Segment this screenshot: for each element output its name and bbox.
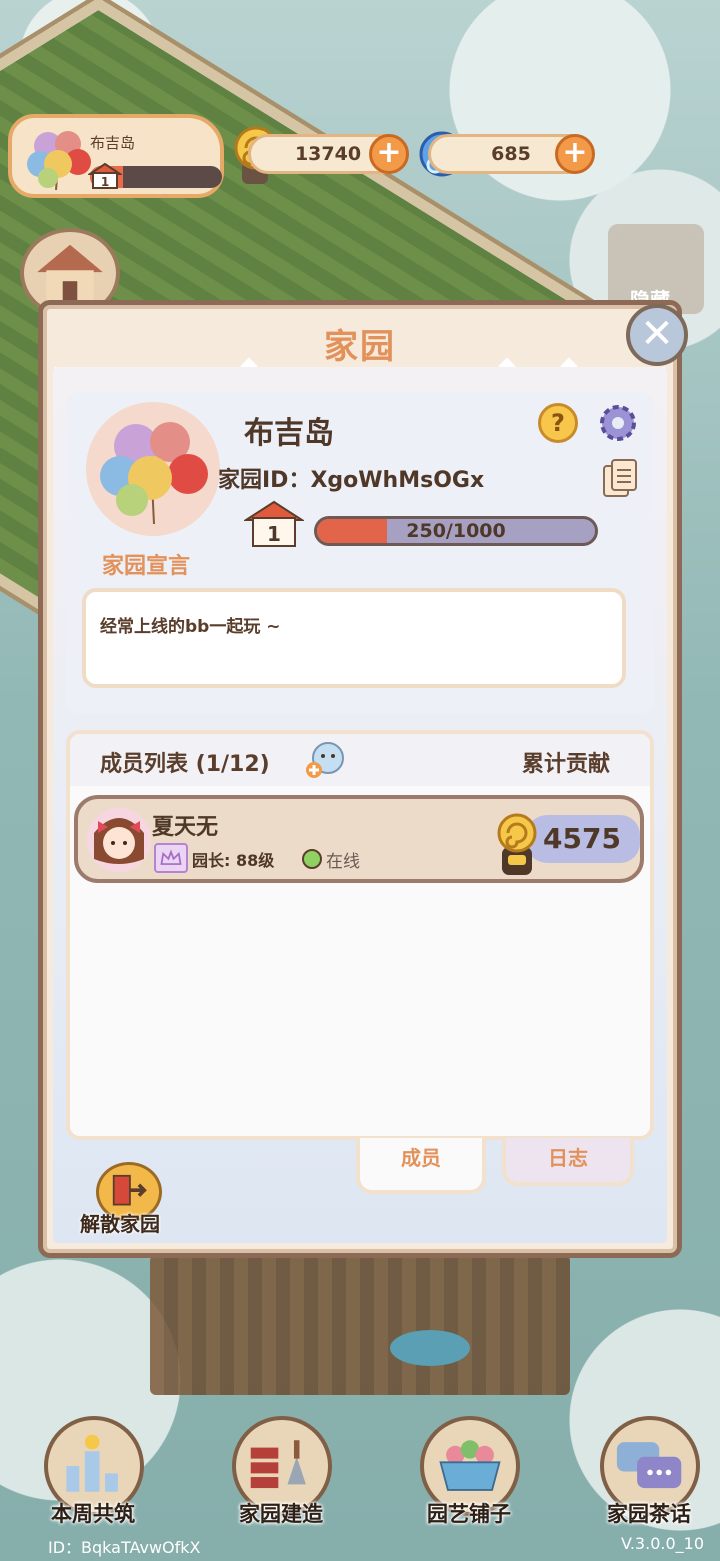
manifesto-box[interactable]: 经常上线的bb一起玩 ~ (82, 588, 626, 688)
copy-icon[interactable] (602, 458, 638, 498)
member-name: 夏天无 (152, 815, 219, 840)
home-name: 布吉岛 (90, 134, 136, 152)
close-button[interactable]: ✕ (626, 304, 688, 366)
balloons-avatar-icon (100, 422, 208, 525)
nav-home-chat-label: 家园茶话 (607, 1502, 691, 1526)
contribution-title: 累计贡献 (521, 752, 610, 777)
help-icon[interactable]: ? (538, 403, 578, 443)
members-title: 成员列表 (1/12) (100, 752, 270, 777)
add-coins-button[interactable]: + (369, 134, 409, 174)
home-profile-badge[interactable]: 布吉岛 1 (8, 114, 224, 198)
home-level-number: 1 (267, 522, 281, 546)
garden-plot (150, 1255, 570, 1395)
home-id-value: XgoWhMsOGx (310, 468, 485, 493)
home-name-heading: 布吉岛 (244, 416, 334, 451)
gem-counter: 685 + (428, 134, 595, 174)
home-exp-bar: 250/1000 (314, 516, 598, 546)
members-header: 成员列表 (1/12) 累计贡献 (70, 734, 650, 786)
add-gems-button[interactable]: + (555, 134, 595, 174)
tab-members[interactable]: 成员 (356, 1138, 486, 1194)
gem-amount: 685 (491, 143, 531, 165)
user-id-text: ID：BqkaTAvwOfkX (48, 1538, 201, 1557)
member-row[interactable]: 夏天无 园长: 88级 在线 4575 (74, 795, 644, 883)
home-exp-text: 250/1000 (406, 520, 506, 542)
nav-home-build-label: 家园建造 (239, 1502, 323, 1526)
online-status-icon (302, 849, 322, 869)
home-id-label: 家园ID： (218, 468, 311, 493)
manifesto-text: 经常上线的bb一起玩 ~ (100, 617, 281, 637)
invite-member-icon[interactable] (302, 738, 346, 782)
tab-log[interactable]: 日志 (502, 1138, 634, 1186)
members-panel: 成员列表 (1/12) 累计贡献 (66, 730, 654, 1140)
coin-amount: 13740 (294, 143, 362, 165)
house-level-icon: 1 (88, 162, 122, 189)
nav-weekly-build-label: 本周共筑 (51, 1502, 135, 1526)
hud-level-number: 1 (101, 175, 109, 189)
nav-garden-shop-label: 园艺铺子 (427, 1502, 511, 1526)
member-status: 在线 (326, 852, 360, 872)
home-id-row: 家园ID：XgoWhMsOGx (218, 462, 484, 494)
member-role: 园长: 88级 (192, 851, 275, 870)
balloons-icon (27, 131, 91, 191)
pond (390, 1330, 470, 1366)
manifesto-label: 家园宣言 (102, 554, 191, 579)
gear-icon[interactable] (596, 401, 640, 445)
dialog-title: 家园 (324, 327, 396, 367)
coin-counter: 13740 + (248, 134, 409, 174)
home-level-icon: 1 (244, 500, 304, 547)
disband-label: 解散家园 (80, 1212, 160, 1236)
crown-icon (154, 843, 188, 873)
version-text: V.3.0.0_10 (620, 1534, 704, 1553)
snail-coin-icon (497, 813, 537, 875)
member-avatar (87, 808, 151, 872)
